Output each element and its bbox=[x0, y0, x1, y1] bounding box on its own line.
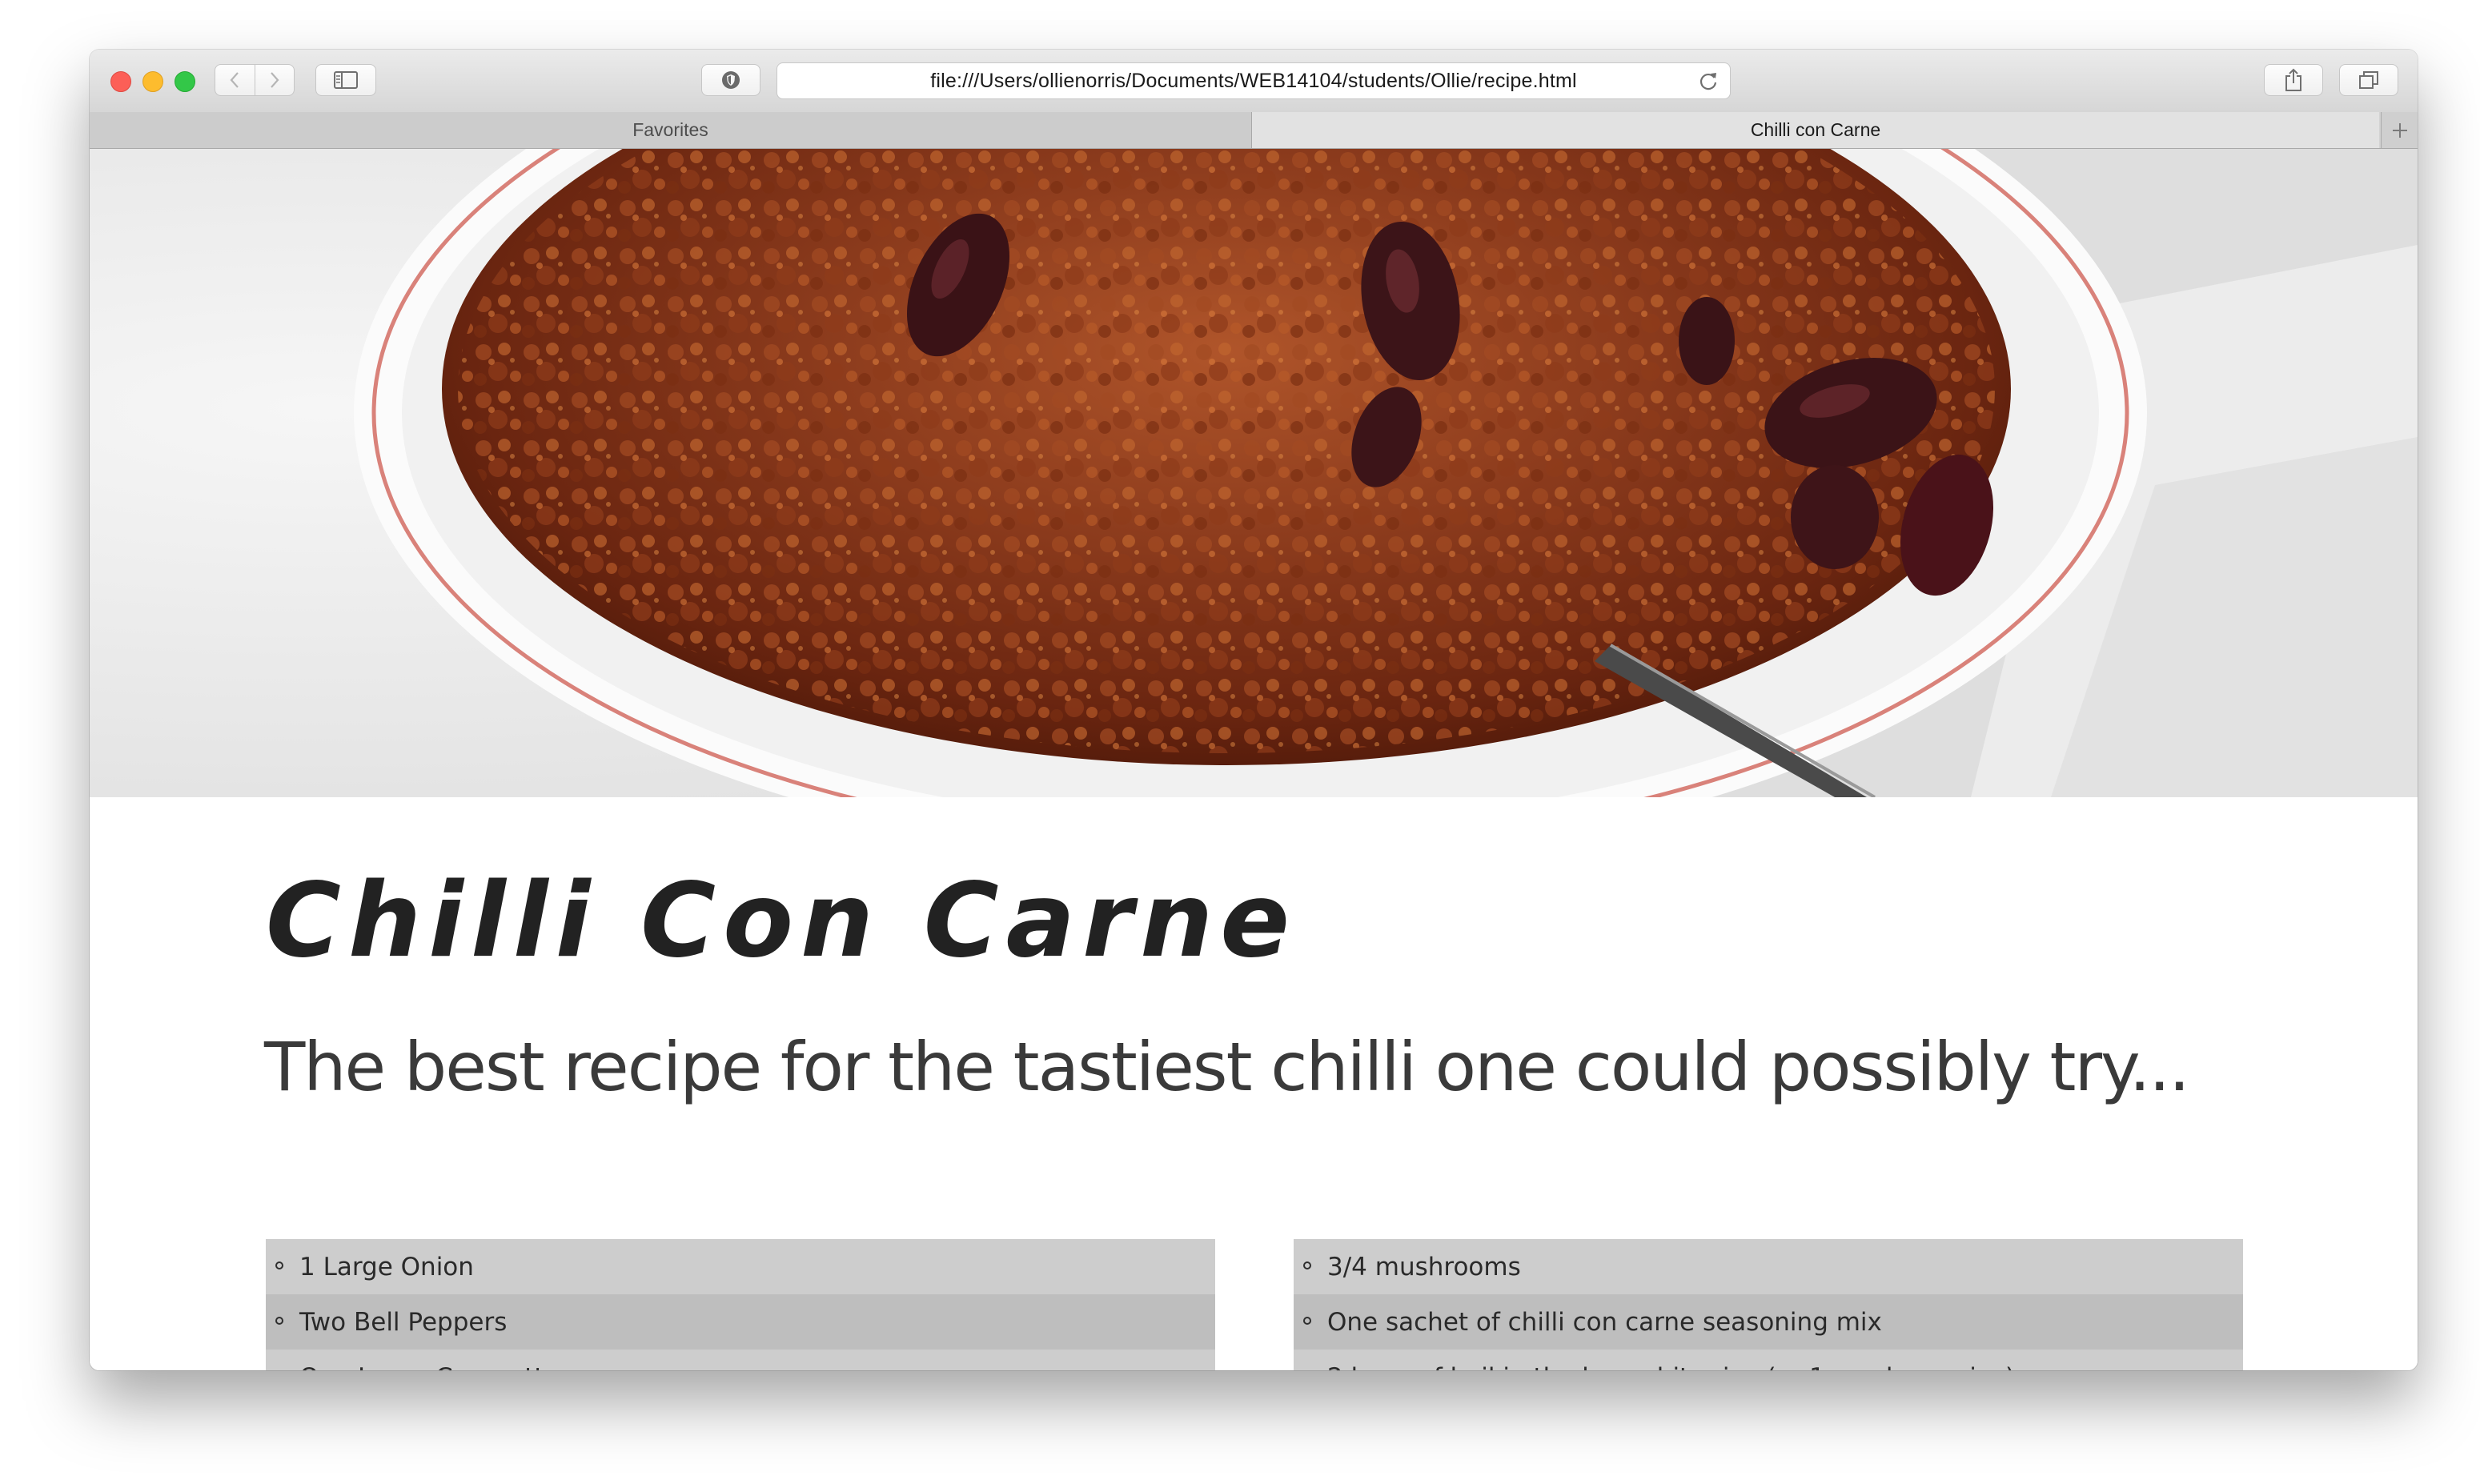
ingredient-text: 1 Large Onion bbox=[299, 1252, 474, 1281]
zoom-window-button[interactable] bbox=[175, 71, 195, 92]
list-item: Two Bell Peppers bbox=[266, 1294, 1215, 1350]
tab-label: Favorites bbox=[632, 119, 708, 140]
list-item: One Large Courgette bbox=[266, 1350, 1215, 1370]
tabs-icon bbox=[2359, 71, 2378, 89]
share-button[interactable] bbox=[2264, 64, 2323, 96]
ingredient-text: One sachet of chilli con carne seasoning… bbox=[1327, 1307, 1882, 1337]
ingredients-list-right: 3/4 mushrooms One sachet of chilli con c… bbox=[1294, 1239, 2243, 1370]
sidebar-icon bbox=[334, 71, 358, 89]
privacy-button[interactable] bbox=[701, 64, 760, 96]
ingredient-text: One Large Courgette bbox=[299, 1363, 560, 1371]
shield-icon bbox=[722, 71, 740, 89]
minimize-window-button[interactable] bbox=[142, 71, 163, 92]
ingredient-text: 3/4 mushrooms bbox=[1327, 1252, 1521, 1281]
browser-toolbar: file:///Users/ollienorris/Documents/WEB1… bbox=[90, 50, 2418, 113]
bullet-icon bbox=[275, 1261, 283, 1269]
web-page: Chilli Con Carne The best recipe for the… bbox=[90, 149, 2418, 1370]
chevron-left-icon bbox=[230, 72, 239, 88]
new-tab-button[interactable] bbox=[2381, 112, 2418, 148]
list-item: 2 bags of boil in the bag white rice (or… bbox=[1294, 1350, 2243, 1370]
forward-button[interactable] bbox=[254, 65, 295, 95]
history-nav-group bbox=[215, 64, 295, 96]
sidebar-toggle-button[interactable] bbox=[315, 64, 376, 96]
bullet-icon bbox=[275, 1317, 283, 1325]
tab-chilli-con-carne[interactable]: Chilli con Carne bbox=[1252, 112, 2379, 148]
page-subtitle: The best recipe for the tastiest chilli … bbox=[264, 1028, 2190, 1106]
list-item: 1 Large Onion bbox=[266, 1239, 1215, 1294]
ingredient-text: 2 bags of boil in the bag white rice (or… bbox=[1327, 1363, 2015, 1371]
back-button[interactable] bbox=[215, 65, 255, 95]
page-title: Chilli Con Carne bbox=[266, 861, 1298, 981]
reload-icon[interactable] bbox=[1698, 70, 1719, 91]
tab-overview-button[interactable] bbox=[2339, 64, 2398, 96]
chilli-bowl-photo bbox=[90, 149, 2418, 797]
address-bar[interactable]: file:///Users/ollienorris/Documents/WEB1… bbox=[777, 62, 1731, 99]
hero-image bbox=[90, 149, 2418, 797]
browser-window: file:///Users/ollienorris/Documents/WEB1… bbox=[90, 50, 2418, 1370]
bullet-icon bbox=[1303, 1317, 1311, 1325]
close-window-button[interactable] bbox=[110, 71, 131, 92]
ingredients-list-left: 1 Large Onion Two Bell Peppers One Large… bbox=[266, 1239, 1215, 1370]
desktop: file:///Users/ollienorris/Documents/WEB1… bbox=[0, 0, 2480, 1484]
tab-label: Chilli con Carne bbox=[1750, 119, 1881, 140]
list-item: One sachet of chilli con carne seasoning… bbox=[1294, 1294, 2243, 1350]
tab-bar: Favorites Chilli con Carne bbox=[90, 112, 2418, 149]
tab-favorites[interactable]: Favorites bbox=[90, 112, 1252, 148]
share-icon bbox=[2285, 68, 2301, 91]
plus-icon bbox=[2392, 122, 2407, 138]
url-text: file:///Users/ollienorris/Documents/WEB1… bbox=[930, 69, 1577, 92]
bullet-icon bbox=[1303, 1261, 1311, 1269]
chevron-right-icon bbox=[270, 72, 279, 88]
ingredient-text: Two Bell Peppers bbox=[299, 1307, 508, 1337]
list-item: 3/4 mushrooms bbox=[1294, 1239, 2243, 1294]
